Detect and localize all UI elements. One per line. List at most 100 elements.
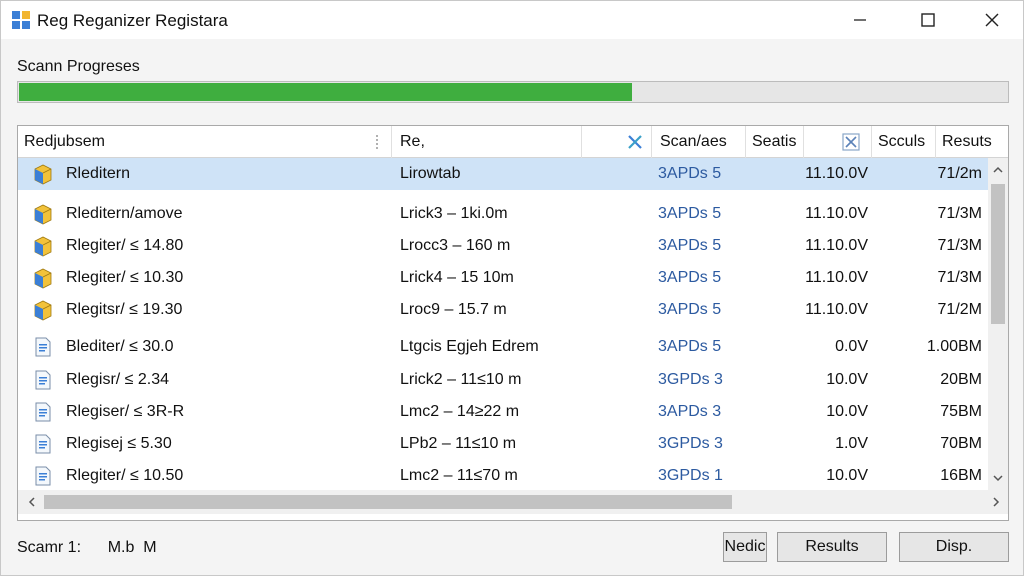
column-resize-grip-icon xyxy=(376,135,378,149)
window-title: Reg Reganizer Registara xyxy=(37,11,228,30)
cell-name-text: Rlegiter/ ≤ 10.50 xyxy=(66,467,184,484)
cell-scan: 3APDs 5 xyxy=(658,338,722,355)
table-row[interactable]: Rlegisr/ ≤ 2.34 Lrick2 – 11≤10 m 3GPDs 3 10… xyxy=(18,364,988,396)
registry-cube-icon xyxy=(34,236,52,257)
cell-seats: 11.10.0V xyxy=(805,205,868,222)
nedic-button[interactable]: Nedic xyxy=(723,532,767,562)
minimize-button[interactable] xyxy=(837,1,883,39)
cell-name-text: Blediter/ ≤ 30.0 xyxy=(66,338,174,355)
cell-reg: Lmc2 – 11≤70 m xyxy=(400,467,518,484)
results-button[interactable]: Results xyxy=(777,532,887,562)
table-row[interactable]: Rlegisej ≤ 5.30 LPb2 – 11≤10 m 3GPDs 3 1.0V… xyxy=(18,428,988,460)
maximize-button[interactable] xyxy=(905,1,951,39)
cell-reg: Lrick4 – 15 10m xyxy=(400,269,514,286)
cell-reg: Lrick2 – 11≤10 m xyxy=(400,371,522,388)
list-header: Redjubsem Re, Scan/aes Seatis Scculs Res… xyxy=(18,126,1008,158)
column-header-results-label: Resuts xyxy=(942,133,992,150)
table-row[interactable]: Rleditern Lirowtab 3APDs 5 11.10.0V 71/2m xyxy=(18,158,988,190)
column-header-seats[interactable]: Seatis xyxy=(746,126,804,158)
cell-results: 16BM xyxy=(940,467,982,484)
cell-results: 70BM xyxy=(940,435,982,452)
cell-reg: Lirowtab xyxy=(400,165,461,182)
app-window: Reg Reganizer Registara Scann Progreses … xyxy=(0,0,1024,576)
cell-reg: Lrocc3 – 160 m xyxy=(400,237,511,254)
filter-box-icon xyxy=(842,133,860,151)
column-header-name[interactable]: Redjubsem xyxy=(18,126,392,158)
cell-name: Rlegiter/ ≤ 14.80 xyxy=(32,230,392,262)
cell-reg: Lmc2 – 14≥22 m xyxy=(400,403,520,420)
scroll-left-icon[interactable] xyxy=(26,496,38,508)
cell-name: Rlegiser/ ≤ 3R-R xyxy=(32,396,392,428)
cell-scan: 3GPDs 3 xyxy=(658,435,723,452)
vertical-scroll-thumb[interactable] xyxy=(991,184,1005,324)
cell-name-text: Rlegitsr/ ≤ 19.30 xyxy=(66,301,183,318)
cell-results: 71/2M xyxy=(937,301,982,318)
cell-seats: 11.10.0V xyxy=(805,269,868,286)
registry-file-icon xyxy=(35,466,51,486)
scroll-down-icon[interactable] xyxy=(992,472,1004,484)
cell-scan: 3APDs 5 xyxy=(658,165,722,182)
column-filter-reg[interactable] xyxy=(582,126,652,158)
cell-seats: 11.10.0V xyxy=(805,301,868,318)
cell-reg: Lrick3 – 1ki.0m xyxy=(400,205,508,222)
cell-seats: 10.0V xyxy=(826,403,868,420)
cell-name: Rlegitsr/ ≤ 19.30 xyxy=(32,294,392,326)
table-row[interactable]: Rlegitsr/ ≤ 19.30 Lroc9 – 15.7 m 3APDs 5 11… xyxy=(18,294,988,326)
column-header-scan-label: Scan/aes xyxy=(660,133,727,150)
status-text: Scamr 1: M.b M xyxy=(17,539,157,556)
column-header-sculs[interactable]: Scculs xyxy=(872,126,936,158)
cell-results: 1.00BM xyxy=(926,338,982,355)
registry-cube-icon xyxy=(34,268,52,289)
cell-results: 71/3M xyxy=(937,205,982,222)
cell-name: Blediter/ ≤ 30.0 xyxy=(32,331,392,363)
cell-seats: 10.0V xyxy=(826,371,868,388)
cell-name: Rlegiter/ ≤ 10.50 xyxy=(32,460,392,490)
scroll-right-icon[interactable] xyxy=(990,496,1002,508)
cell-seats: 11.10.0V xyxy=(805,165,868,182)
cell-seats: 11.10.0V xyxy=(805,237,868,254)
cell-name: Rleditern/amove xyxy=(32,198,392,230)
vertical-scrollbar[interactable] xyxy=(988,158,1008,490)
cell-reg: Lroc9 – 15.7 m xyxy=(400,301,507,318)
cell-name-text: Rlegisej ≤ 5.30 xyxy=(66,435,172,452)
cell-name-text: Rlegiser/ ≤ 3R-R xyxy=(66,403,185,420)
horizontal-scrollbar[interactable] xyxy=(18,490,1008,514)
table-row[interactable]: Rlegiter/ ≤ 10.50 Lmc2 – 11≤70 m 3GPDs 1 10… xyxy=(18,460,988,490)
progress-label: Scann Progreses xyxy=(17,58,140,75)
column-header-reg-label: Re, xyxy=(400,133,425,150)
column-filter-seats[interactable] xyxy=(804,126,872,158)
cell-results: 71/2m xyxy=(937,165,982,182)
progress-fill xyxy=(19,83,632,101)
column-header-seats-label: Seatis xyxy=(752,133,797,150)
cell-seats: 0.0V xyxy=(835,338,868,355)
cell-reg: Ltgcis Egjeh Edrem xyxy=(400,338,539,355)
maximize-icon xyxy=(921,13,935,27)
column-header-scan[interactable]: Scan/aes xyxy=(654,126,746,158)
minimize-icon xyxy=(854,19,866,21)
cell-scan: 3GPDs 3 xyxy=(658,371,723,388)
table-row[interactable]: Rlegiser/ ≤ 3R-R Lmc2 – 14≥22 m 3APDs 3 10.… xyxy=(18,396,988,428)
cell-results: 71/3M xyxy=(937,237,982,254)
title-bar[interactable]: Reg Reganizer Registara xyxy=(1,1,1023,39)
cell-scan: 3APDs 3 xyxy=(658,403,722,420)
filter-clear-icon xyxy=(628,135,642,149)
cell-results: 75BM xyxy=(940,403,982,420)
registry-file-icon xyxy=(35,370,51,390)
table-row[interactable]: Rlegiter/ ≤ 10.30 Lrick4 – 15 10m 3APDs 5 1… xyxy=(18,262,988,294)
table-row[interactable]: Blediter/ ≤ 30.0 Ltgcis Egjeh Edrem 3APDs … xyxy=(18,331,988,363)
cell-scan: 3GPDs 1 xyxy=(658,467,723,484)
scroll-up-icon[interactable] xyxy=(992,164,1004,176)
column-header-reg[interactable]: Re, xyxy=(394,126,582,158)
cell-results: 71/3M xyxy=(937,269,982,286)
registry-list-view[interactable]: Redjubsem Re, Scan/aes Seatis Scculs Res… xyxy=(17,125,1009,521)
disp-button[interactable]: Disp. xyxy=(899,532,1009,562)
horizontal-scroll-thumb[interactable] xyxy=(44,495,732,509)
table-row[interactable]: Rleditern/amove Lrick3 – 1ki.0m 3APDs 5 11.… xyxy=(18,198,988,230)
registry-file-icon xyxy=(35,402,51,422)
cell-name-text: Rleditern/amove xyxy=(66,205,183,222)
column-header-results[interactable]: Resuts xyxy=(936,126,1008,158)
table-row[interactable]: Rlegiter/ ≤ 14.80 Lrocc3 – 160 m 3APDs 5 11… xyxy=(18,230,988,262)
registry-cube-icon xyxy=(34,164,52,185)
close-button[interactable] xyxy=(969,1,1015,39)
cell-name-text: Rlegiter/ ≤ 10.30 xyxy=(66,269,184,286)
